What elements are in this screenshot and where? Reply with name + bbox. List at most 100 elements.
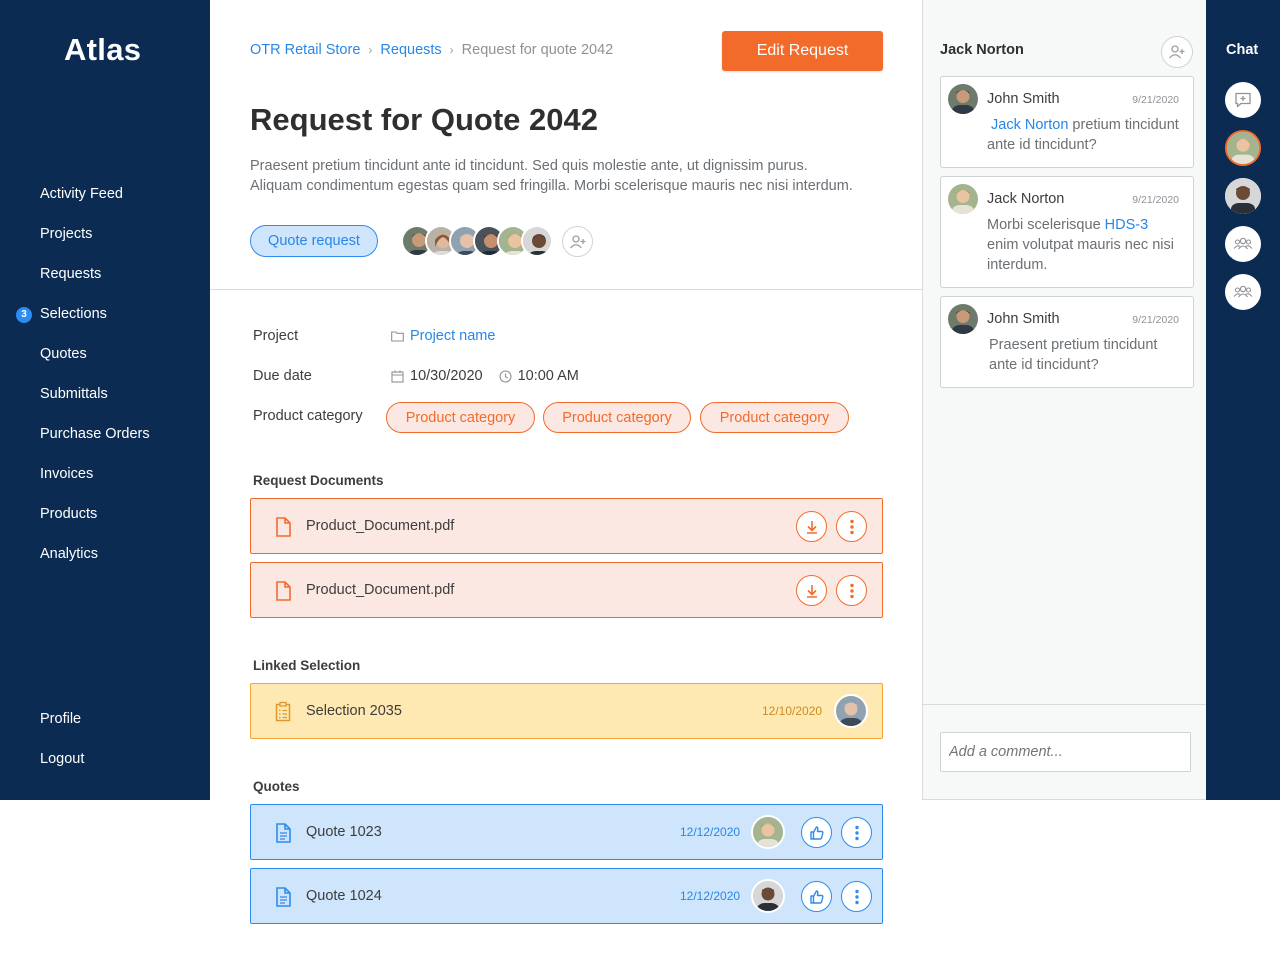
document-icon — [276, 823, 291, 843]
linked-selection-card[interactable]: Selection 2035 12/10/2020 — [250, 683, 883, 739]
document-card[interactable]: Product_Document.pdf — [250, 498, 883, 554]
due-date-field: 10/30/2020 10:00 AM — [391, 368, 579, 384]
comment-text-part: enim volutpat mauris nec nisi interdum. — [987, 237, 1174, 273]
more-vertical-icon — [849, 583, 854, 598]
project-field: Project name — [391, 328, 495, 344]
quote-card[interactable]: Quote 1024 12/12/2020 — [250, 868, 883, 924]
request-documents-title: Request Documents — [253, 473, 384, 488]
comment-date: 9/21/2020 — [1132, 314, 1179, 326]
group-icon — [1233, 237, 1253, 250]
comment-text: Praesent pretium tincidunt ante id tinci… — [989, 337, 1158, 373]
more-vertical-icon — [849, 519, 854, 534]
add-participant-button[interactable] — [562, 226, 593, 257]
sidebar-item-projects[interactable]: Projects — [40, 226, 92, 242]
sidebar-item-requests[interactable]: Requests — [40, 266, 101, 282]
sidebar-item-analytics[interactable]: Analytics — [40, 546, 98, 562]
selection-name: Selection 2035 — [306, 703, 402, 719]
sidebar-item-profile[interactable]: Profile — [40, 711, 81, 727]
product-category-tag[interactable]: Product category — [543, 402, 691, 433]
quote-date: 12/12/2020 — [680, 825, 741, 839]
add-chat-member-button[interactable] — [1161, 36, 1193, 68]
sidebar-item-products[interactable]: Products — [40, 506, 97, 522]
download-icon — [806, 584, 817, 598]
group-chat-button[interactable] — [1225, 226, 1261, 262]
file-icon — [276, 517, 291, 537]
document-card[interactable]: Product_Document.pdf — [250, 562, 883, 618]
comment-input[interactable] — [940, 732, 1191, 772]
breadcrumb-link-store[interactable]: OTR Retail Store — [250, 42, 360, 58]
description-line: Aliquam condimentum egestas quam sed fri… — [250, 178, 853, 194]
group-chat-button[interactable] — [1225, 274, 1261, 310]
quote-card[interactable]: Quote 1023 12/12/2020 — [250, 804, 883, 860]
selections-count-badge: 3 — [16, 307, 32, 323]
due-time-value: 10:00 AM — [517, 368, 579, 384]
folder-icon — [391, 331, 404, 342]
sidebar-item-quotes[interactable]: Quotes — [40, 346, 87, 362]
selection-date: 12/10/2020 — [762, 704, 823, 718]
avatar[interactable] — [948, 184, 978, 214]
thumbs-up-icon — [809, 889, 824, 904]
document-name: Product_Document.pdf — [306, 518, 455, 534]
comment-text: Morbi scelerisque HDS-3 enim volutpat ma… — [987, 215, 1183, 275]
avatar[interactable] — [948, 84, 978, 114]
product-category-tag[interactable]: Product category — [386, 402, 535, 433]
avatar[interactable] — [834, 694, 868, 728]
document-name: Product_Document.pdf — [306, 582, 455, 598]
item-mention-link[interactable]: HDS-3 — [1105, 217, 1149, 233]
download-icon — [806, 520, 817, 534]
chat-title: Chat — [1226, 42, 1259, 58]
comment-author: John Smith — [987, 311, 1060, 327]
chat-contact-avatar-active[interactable] — [1225, 130, 1261, 166]
more-options-button[interactable] — [841, 881, 872, 912]
comment-text: Jack Norton pretium tincidunt ante id ti… — [987, 115, 1183, 155]
panel-divider — [923, 704, 1206, 705]
more-options-button[interactable] — [836, 575, 867, 606]
approve-button[interactable] — [801, 817, 832, 848]
approve-button[interactable] — [801, 881, 832, 912]
more-vertical-icon — [854, 889, 859, 904]
page-title: Request for Quote 2042 — [250, 102, 598, 137]
more-options-button[interactable] — [836, 511, 867, 542]
sidebar-item-activity-feed[interactable]: Activity Feed — [40, 186, 123, 202]
comment-card: John Smith 9/21/2020 Jack Norton pretium… — [940, 76, 1194, 168]
header-divider — [210, 289, 922, 290]
chat-contact-avatar[interactable] — [1225, 178, 1261, 214]
avatar[interactable] — [948, 304, 978, 334]
edit-request-button[interactable]: Edit Request — [722, 31, 883, 71]
document-icon — [276, 887, 291, 907]
quote-date: 12/12/2020 — [680, 889, 741, 903]
add-user-icon — [569, 234, 585, 248]
avatar[interactable] — [751, 879, 785, 913]
clipboard-icon — [275, 701, 291, 722]
comment-date: 9/21/2020 — [1132, 194, 1179, 206]
comment-author: Jack Norton — [987, 191, 1065, 207]
more-options-button[interactable] — [841, 817, 872, 848]
description-line: Praesent pretium tincidunt ante id tinci… — [250, 158, 808, 174]
page-description: Praesent pretium tincidunt ante id tinci… — [250, 156, 900, 196]
comment-card: Jack Norton 9/21/2020 Morbi scelerisque … — [940, 176, 1194, 288]
user-mention-link[interactable]: Jack Norton — [991, 117, 1068, 133]
sidebar-item-purchase-orders[interactable]: Purchase Orders — [40, 426, 150, 442]
project-link[interactable]: Project name — [410, 328, 495, 344]
quote-name: Quote 1023 — [306, 824, 382, 840]
breadcrumb-link-requests[interactable]: Requests — [380, 42, 441, 58]
product-category-tag[interactable]: Product category — [700, 402, 849, 433]
sidebar-item-submittals[interactable]: Submittals — [40, 386, 108, 402]
new-chat-button[interactable] — [1225, 82, 1261, 118]
thumbs-up-icon — [809, 825, 824, 840]
quote-name: Quote 1024 — [306, 888, 382, 904]
add-user-icon — [1169, 45, 1185, 59]
sidebar-item-invoices[interactable]: Invoices — [40, 466, 93, 482]
download-button[interactable] — [796, 575, 827, 606]
avatar[interactable] — [751, 815, 785, 849]
app-logo[interactable]: Atlas — [64, 32, 141, 68]
sidebar-item-selections[interactable]: Selections — [40, 306, 107, 322]
breadcrumb: OTR Retail Store › Requests › Request fo… — [250, 42, 613, 58]
group-icon — [1233, 285, 1253, 298]
request-type-tag[interactable]: Quote request — [250, 225, 378, 257]
more-vertical-icon — [854, 825, 859, 840]
avatar[interactable] — [521, 225, 553, 257]
sidebar-item-logout[interactable]: Logout — [40, 751, 84, 767]
download-button[interactable] — [796, 511, 827, 542]
chat-add-icon — [1235, 92, 1251, 108]
